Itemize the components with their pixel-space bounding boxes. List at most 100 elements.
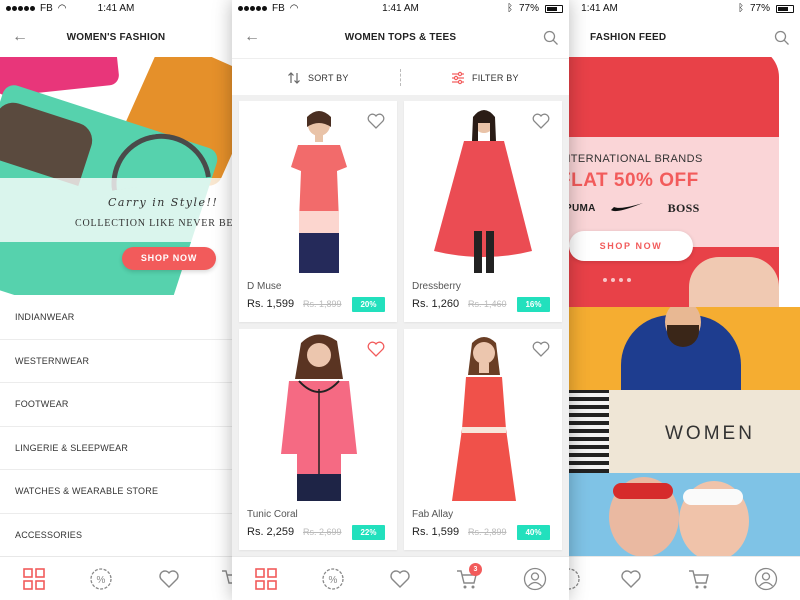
- hero-text-band: Carry in Style!! COLLECTION LIKE NEVER B…: [0, 178, 232, 242]
- product-brand: Tunic Coral: [247, 509, 298, 520]
- bluetooth-icon: ᛒ: [737, 3, 744, 14]
- discount-badge: 16%: [517, 297, 550, 312]
- nike-logo: [610, 201, 644, 216]
- category-item-westernwear[interactable]: WESTERNWEAR: [0, 340, 232, 383]
- filter-button[interactable]: FILTER BY: [451, 59, 519, 96]
- sort-button[interactable]: SORT BY: [287, 59, 349, 96]
- product-old-price: Rs. 2,899: [468, 527, 507, 537]
- product-brand: D Muse: [247, 281, 282, 292]
- category-list: INDIANWEAR WESTERNWEAR FOOTWEAR LINGERIE…: [0, 296, 232, 557]
- discount-badge: 40%: [517, 525, 550, 540]
- bottom-nav: %: [0, 556, 232, 600]
- cart-icon[interactable]: [687, 567, 711, 591]
- puma-logo: PUMA: [569, 203, 596, 214]
- page-title: FASHION FEED: [590, 32, 667, 43]
- status-bar: 1:41 AM ᛒ 77%: [569, 0, 800, 18]
- product-old-price: Rs. 2,699: [303, 527, 342, 537]
- bluetooth-icon: ᛒ: [506, 3, 513, 14]
- battery-icon: [545, 4, 563, 13]
- fashion-feed-screen: 1:41 AM ᛒ 77% FASHION FEED INTERNATIONAL…: [569, 0, 800, 600]
- cart-icon[interactable]: 3: [455, 563, 482, 591]
- boss-logo: BOSS: [667, 201, 700, 215]
- offers-icon[interactable]: [569, 567, 581, 591]
- app-header: ← WOMEN TOPS & TEES: [232, 18, 569, 58]
- category-item-accessories[interactable]: ACCESSORIES: [0, 514, 232, 557]
- feed-tile-men[interactable]: [569, 307, 800, 390]
- discount-badge: 20%: [352, 297, 385, 312]
- carousel-dots: [603, 278, 631, 282]
- status-bar: FB ◠ 1:41 AM ᛒ 77%: [232, 0, 569, 18]
- product-old-price: Rs. 1,460: [468, 299, 507, 309]
- cart-count-badge: 3: [469, 563, 482, 576]
- category-item-footwear[interactable]: FOOTWEAR: [0, 383, 232, 427]
- product-brand: Dressberry: [412, 281, 461, 292]
- hero-tagline: Carry in Style!!: [108, 196, 219, 209]
- divider: [400, 69, 401, 86]
- product-card-fab-allay[interactable]: Fab Allay Rs. 1,599 Rs. 2,899 40%: [404, 329, 562, 550]
- categories-icon[interactable]: [22, 567, 46, 591]
- app-header: ← WOMEN'S FASHION: [0, 18, 232, 58]
- wishlist-heart-icon[interactable]: [532, 113, 550, 129]
- product-price: Rs. 2,259: [247, 526, 295, 538]
- bottom-nav: % 3: [232, 556, 569, 600]
- category-item-watches[interactable]: WATCHES & WEARABLE STORE: [0, 470, 232, 514]
- womens-fashion-screen: FB ◠ 1:41 AM ← WOMEN'S FASHION Carry in …: [0, 0, 232, 600]
- battery-percent: 77%: [749, 3, 770, 14]
- brand-logos: PUMA BOSS: [569, 201, 700, 216]
- promo-banner[interactable]: INTERNATIONAL BRANDS FLAT 50% OFF PUMA B…: [569, 57, 800, 307]
- wishlist-heart-icon[interactable]: [532, 341, 550, 357]
- battery-icon: [776, 4, 794, 13]
- sort-filter-bar: SORT BY FILTER BY: [232, 58, 569, 95]
- wishlist-heart-icon[interactable]: [367, 113, 385, 129]
- app-header: FASHION FEED: [569, 18, 800, 58]
- offers-icon[interactable]: %: [89, 567, 113, 591]
- feed-tile-women[interactable]: WOMEN: [569, 390, 800, 473]
- bottom-nav: [569, 556, 800, 600]
- svg-text:%: %: [97, 575, 106, 586]
- shop-now-button[interactable]: SHOP NOW: [569, 231, 693, 261]
- wishlist-icon[interactable]: [619, 567, 643, 591]
- category-item-lingerie[interactable]: LINGERIE & SLEEPWEAR: [0, 427, 232, 470]
- shop-now-button[interactable]: SHOP NOW: [122, 247, 216, 270]
- product-card-tunic-coral[interactable]: Tunic Coral Rs. 2,259 Rs. 2,699 22%: [239, 329, 397, 550]
- sort-icon: [288, 71, 300, 84]
- cart-icon[interactable]: [220, 567, 232, 591]
- search-icon[interactable]: [543, 30, 559, 46]
- product-price: Rs. 1,260: [412, 298, 460, 310]
- offers-icon[interactable]: %: [321, 567, 345, 591]
- page-title: WOMEN TOPS & TEES: [344, 32, 457, 43]
- profile-icon[interactable]: [523, 567, 547, 591]
- women-tops-screen: FB ◠ 1:41 AM ᛒ 77% ← WOMEN TOPS & TEES S…: [232, 0, 569, 600]
- product-card-d-muse[interactable]: D Muse Rs. 1,599 Rs. 1,899 20%: [239, 101, 397, 322]
- discount-badge: 22%: [352, 525, 385, 540]
- feed-tile-kids[interactable]: [569, 473, 800, 558]
- categories-icon[interactable]: [254, 567, 278, 591]
- product-brand: Fab Allay: [412, 509, 454, 520]
- filter-icon: [452, 71, 464, 84]
- product-price: Rs. 1,599: [247, 298, 295, 310]
- wishlist-icon[interactable]: [157, 567, 181, 591]
- status-bar: FB ◠ 1:41 AM: [0, 0, 232, 18]
- sort-label: SORT BY: [308, 72, 349, 83]
- svg-text:%: %: [329, 575, 338, 586]
- striped-top-image: [569, 390, 609, 473]
- product-old-price: Rs. 1,899: [303, 299, 342, 309]
- clock: 1:41 AM: [97, 3, 135, 14]
- page-title: WOMEN'S FASHION: [66, 32, 166, 43]
- women-label: WOMEN: [665, 423, 755, 444]
- wishlist-icon[interactable]: [388, 567, 412, 591]
- category-item-indianwear[interactable]: INDIANWEAR: [0, 296, 232, 340]
- filter-label: FILTER BY: [472, 72, 519, 83]
- red-sunglasses-image: [613, 483, 673, 499]
- promo-offer: FLAT 50% OFF: [569, 170, 699, 191]
- wishlist-heart-icon[interactable]: [367, 341, 385, 357]
- product-price: Rs. 1,599: [412, 526, 460, 538]
- profile-icon[interactable]: [754, 567, 778, 591]
- right-status: ᛒ 77%: [507, 3, 563, 14]
- battery-percent: 77%: [518, 3, 539, 14]
- search-icon[interactable]: [774, 30, 790, 46]
- promo-title: INTERNATIONAL BRANDS: [569, 153, 703, 165]
- skin-image: [689, 257, 779, 307]
- product-card-dressberry[interactable]: Dressberry Rs. 1,260 Rs. 1,460 16%: [404, 101, 562, 322]
- white-sunglasses-image: [683, 489, 743, 505]
